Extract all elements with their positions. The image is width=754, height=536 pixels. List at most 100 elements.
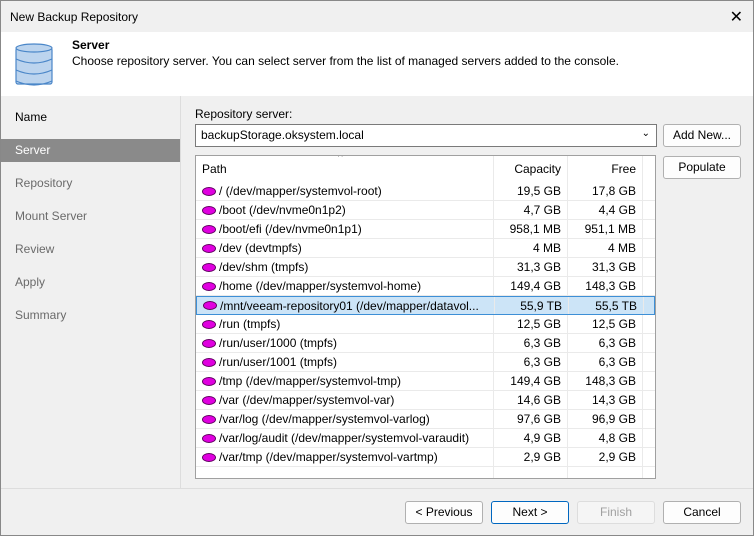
wizard-steps: Name Server Repository Mount Server Revi… (1, 96, 181, 488)
disk-icon (202, 224, 216, 234)
page-description: Choose repository server. You can select… (72, 54, 619, 68)
wizard-header: Server Choose repository server. You can… (1, 32, 753, 96)
table-row[interactable]: /dev/shm (tmpfs) 31,3 GB 31,3 GB (196, 258, 655, 277)
table-row[interactable]: /var/log (/dev/mapper/systemvol-varlog) 9… (196, 410, 655, 429)
path-text: /dev (devtmpfs) (219, 241, 302, 255)
page-title: Server (72, 38, 110, 52)
disk-icon (202, 452, 216, 462)
path-cell: /dev/shm (tmpfs) (196, 258, 494, 276)
capacity-cell: 4,9 GB (494, 429, 568, 447)
path-cell: /boot/efi (/dev/nvme0n1p1) (196, 220, 494, 238)
step-review[interactable]: Review (1, 228, 180, 261)
disk-icon (202, 243, 216, 253)
table-row[interactable]: /boot/efi (/dev/nvme0n1p1) 958,1 MB 951,1 … (196, 220, 655, 239)
table-row[interactable]: /home (/dev/mapper/systemvol-home) 149,4 … (196, 277, 655, 296)
table-row[interactable]: /boot (/dev/nvme0n1p2) 4,7 GB 4,4 GB (196, 201, 655, 220)
path-cell: /run (tmpfs) (196, 315, 494, 333)
database-icon (15, 43, 53, 86)
table-row[interactable]: /run/user/1000 (tmpfs) 6,3 GB 6,3 GB (196, 334, 655, 353)
capacity-cell: 6,3 GB (494, 353, 568, 371)
cancel-button[interactable]: Cancel (663, 501, 741, 524)
capacity-cell: 14,6 GB (494, 391, 568, 409)
table-row[interactable]: /dev (devtmpfs) 4 MB 4 MB (196, 239, 655, 258)
disk-icon (202, 262, 216, 272)
path-cell: /home (/dev/mapper/systemvol-home) (196, 277, 494, 295)
path-cell: /var/log/audit (/dev/mapper/systemvol-va… (196, 429, 494, 447)
path-cell: /boot (/dev/nvme0n1p2) (196, 201, 494, 219)
repository-server-select[interactable]: backupStorage.oksystem.local ⌄ (195, 124, 657, 147)
table-header: ^ Path Capacity Free (196, 156, 655, 182)
path-cell: /run/user/1001 (tmpfs) (196, 353, 494, 371)
free-cell: 4,4 GB (568, 201, 643, 219)
free-cell: 6,3 GB (568, 334, 643, 352)
free-cell: 12,5 GB (568, 315, 643, 333)
column-free[interactable]: Free (568, 156, 643, 182)
column-path[interactable]: Path (196, 156, 494, 182)
column-capacity[interactable]: Capacity (494, 156, 568, 182)
path-cell: /var/log (/dev/mapper/systemvol-varlog) (196, 410, 494, 428)
path-text: /var/tmp (/dev/mapper/systemvol-vartmp) (219, 450, 438, 464)
step-server[interactable]: Server (1, 139, 180, 162)
disk-icon (202, 319, 216, 329)
free-cell: 96,9 GB (568, 410, 643, 428)
path-cell: /var (/dev/mapper/systemvol-var) (196, 391, 494, 409)
disk-icon (202, 376, 216, 386)
path-cell: /dev (devtmpfs) (196, 239, 494, 257)
previous-button[interactable]: < Previous (405, 501, 483, 524)
capacity-cell: 6,3 GB (494, 334, 568, 352)
capacity-cell: 31,3 GB (494, 258, 568, 276)
path-text: / (/dev/mapper/systemvol-root) (219, 184, 382, 198)
populate-button[interactable]: Populate (663, 156, 741, 179)
step-name[interactable]: Name (1, 96, 180, 129)
path-text: /boot/efi (/dev/nvme0n1p1) (219, 222, 362, 236)
window-title: New Backup Repository (10, 9, 139, 24)
path-cell: /mnt/veeam-repository01 (/dev/mapper/dat… (197, 297, 495, 314)
path-cell: /var/tmp (/dev/mapper/systemvol-vartmp) (196, 448, 494, 466)
table-row[interactable]: /var (/dev/mapper/systemvol-var) 14,6 GB 1… (196, 391, 655, 410)
disk-icon (202, 433, 216, 443)
repository-server-label: Repository server: (195, 107, 293, 121)
path-text: /boot (/dev/nvme0n1p2) (219, 203, 346, 217)
free-cell: 4,8 GB (568, 429, 643, 447)
disk-icon (202, 205, 216, 215)
free-cell: 951,1 MB (568, 220, 643, 238)
free-cell: 14,3 GB (568, 391, 643, 409)
free-cell: 17,8 GB (568, 182, 643, 200)
table-row[interactable]: /run (tmpfs) 12,5 GB 12,5 GB (196, 315, 655, 334)
disk-icon (203, 301, 217, 310)
close-icon[interactable]: ✕ (730, 7, 743, 27)
free-cell: 148,3 GB (568, 372, 643, 390)
capacity-cell: 97,6 GB (494, 410, 568, 428)
table-row[interactable]: /run/user/1001 (tmpfs) 6,3 GB 6,3 GB (196, 353, 655, 372)
path-text: /tmp (/dev/mapper/systemvol-tmp) (219, 374, 402, 388)
table-row[interactable]: /mnt/veeam-repository01 (/dev/mapper/dat… (196, 296, 655, 315)
disk-icon (202, 281, 216, 291)
table-row[interactable]: /var/tmp (/dev/mapper/systemvol-vartmp) 2… (196, 448, 655, 467)
disk-icon (202, 395, 216, 405)
path-cell: / (/dev/mapper/systemvol-root) (196, 182, 494, 200)
path-text: /var (/dev/mapper/systemvol-var) (219, 393, 395, 407)
step-repository[interactable]: Repository (1, 162, 180, 195)
table-row[interactable]: /var/log/audit (/dev/mapper/systemvol-va… (196, 429, 655, 448)
dialog-window: New Backup Repository ✕ Server Choose re… (0, 0, 754, 536)
capacity-cell: 4,7 GB (494, 201, 568, 219)
path-text: /run/user/1001 (tmpfs) (219, 355, 338, 369)
add-new-button[interactable]: Add New... (663, 124, 741, 147)
step-mount-server[interactable]: Mount Server (1, 195, 180, 228)
finish-button[interactable]: Finish (577, 501, 655, 524)
table-row[interactable]: / (/dev/mapper/systemvol-root) 19,5 GB 17,… (196, 182, 655, 201)
capacity-cell: 2,9 GB (494, 448, 568, 466)
free-cell: 2,9 GB (568, 448, 643, 466)
next-button[interactable]: Next > (491, 501, 569, 524)
step-summary[interactable]: Summary (1, 294, 180, 327)
title-bar: New Backup Repository ✕ (1, 1, 753, 32)
table-row[interactable]: /tmp (/dev/mapper/systemvol-tmp) 149,4 GB… (196, 372, 655, 391)
selected-server: backupStorage.oksystem.local (201, 128, 364, 142)
content-panel: Repository server: backupStorage.oksyste… (182, 96, 753, 488)
step-apply[interactable]: Apply (1, 261, 180, 294)
path-text: /var/log (/dev/mapper/systemvol-varlog) (219, 412, 430, 426)
free-cell: 4 MB (568, 239, 643, 257)
free-cell: 31,3 GB (568, 258, 643, 276)
capacity-cell: 55,9 TB (495, 297, 569, 314)
path-text: /home (/dev/mapper/systemvol-home) (219, 279, 422, 293)
